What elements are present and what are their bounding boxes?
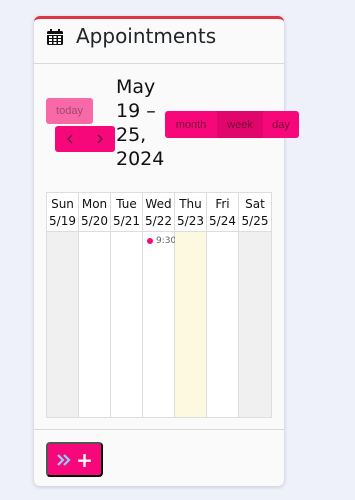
day-header-sat[interactable]: Sat 5/25 — [239, 193, 271, 231]
prev-button[interactable] — [55, 126, 85, 152]
view-month-button[interactable]: month — [165, 111, 217, 138]
chevron-left-icon — [66, 134, 73, 144]
appointments-card: Appointments today May 19 – 25, 2024 mon… — [34, 16, 299, 486]
day-cell-sun[interactable] — [47, 232, 79, 417]
day-cell-fri[interactable] — [207, 232, 239, 417]
day-cell-thu-today[interactable] — [175, 232, 207, 417]
chevron-right-icon — [97, 134, 104, 144]
day-header-tue[interactable]: Tue 5/21 — [111, 193, 143, 231]
next-button[interactable] — [85, 126, 115, 152]
nav-button-group — [55, 126, 115, 152]
event-dot — [147, 238, 153, 244]
day-header-wed[interactable]: Wed 5/22 — [143, 193, 175, 231]
day-cell-sat[interactable] — [239, 232, 271, 417]
day-header-mon[interactable]: Mon 5/20 — [79, 193, 111, 231]
day-cell-wed[interactable]: 9:30a — [143, 232, 182, 417]
plus-icon: + — [76, 447, 93, 472]
day-header-thu[interactable]: Thu 5/23 — [175, 193, 207, 231]
card-title: Appointments — [76, 24, 217, 48]
double-chevron-plus-icon — [57, 453, 71, 466]
today-button[interactable]: today — [46, 98, 93, 124]
view-week-button[interactable]: week — [217, 111, 263, 138]
day-cell-tue[interactable] — [111, 232, 143, 417]
day-cell-mon[interactable] — [79, 232, 111, 417]
calendar-icon — [47, 29, 63, 45]
week-grid: Sun 5/19 Mon 5/20 Tue 5/21 Wed 5/22 Thu 5/23 … — [46, 192, 272, 418]
footer-divider — [34, 429, 284, 430]
add-appointment-button[interactable]: + — [46, 442, 103, 477]
day-columns: 9:30a — [47, 232, 271, 417]
card-header: Appointments — [34, 19, 284, 64]
day-header-row: Sun 5/19 Mon 5/20 Tue 5/21 Wed 5/22 Thu 5/23 … — [47, 193, 271, 232]
view-day-button[interactable]: day — [263, 111, 299, 138]
day-header-fri[interactable]: Fri 5/24 — [207, 193, 239, 231]
view-switcher: month week day — [165, 111, 299, 138]
day-header-sun[interactable]: Sun 5/19 — [47, 193, 79, 231]
